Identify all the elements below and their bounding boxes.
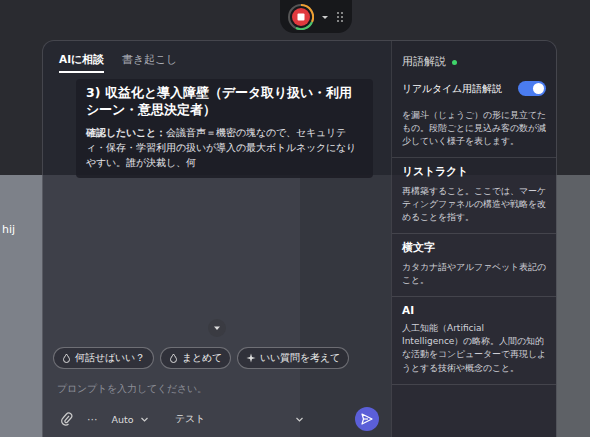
realtime-toggle-row: リアルタイム用語解説 [392, 77, 556, 102]
glossary-description: 再構築すること。ここでは、マーケティングファネルの構造や戦略を改めることを指す。 [402, 185, 546, 224]
answer-card: 3) 収益化と導入障壁（データ取り扱い・利用シーン・意思決定者） 確認したいこと：… [76, 79, 373, 178]
suggestion-row: 何話せばいい？ まとめていい質問を考えて [43, 347, 391, 375]
sparkle-icon [246, 353, 256, 363]
glossary-entry: を漏斗（じょうご）の形に見立てたもの。段階ごとに見込み客の数が減少していく様子を… [392, 102, 556, 158]
more-button[interactable]: ··· [87, 413, 98, 426]
prompt-input[interactable]: プロンプトを入力してください。 [43, 375, 391, 405]
chevron-down-icon [295, 415, 304, 424]
input-toolbar: ··· Auto テスト [43, 405, 391, 437]
tab-bar: AIに相談書き起こし [43, 41, 391, 77]
glossary-entry: 横文字カタカナ語やアルファベット表記のこと。 [392, 234, 556, 297]
send-button[interactable] [355, 407, 379, 431]
glossary-description: 人工知能（Artificial Intelligence）の略称。人間の知的な活… [402, 322, 546, 374]
glossary-entry: AI 人工知能（Artificial Intelligence）の略称。人間の知的… [392, 297, 556, 384]
toggle-knob [533, 83, 544, 94]
glossary-term: AI [402, 304, 546, 316]
drop-icon [169, 353, 178, 363]
participant-name: hij [2, 223, 15, 236]
suggestion-chip[interactable]: 何話せばいい？ [53, 347, 154, 369]
answer-body: 確認したいこと：会議音声＝機密の塊なので、セキュリティ・保存・学習利用の扱いが導… [86, 125, 363, 170]
glossary-description: カタカナ語やアルファベット表記のこと。 [402, 261, 546, 287]
glossary-list: を漏斗（じょうご）の形に見立てたもの。段階ごとに見込み客の数が減少していく様子を… [392, 102, 556, 437]
mode-select[interactable]: Auto [112, 414, 149, 425]
glossary-entry: リストラクト再構築すること。ここでは、マーケティングファネルの構造や戦略を改める… [392, 158, 556, 234]
glossary-header: 用語解説 [392, 41, 556, 77]
chevron-down-icon [140, 415, 149, 424]
glossary-column: 用語解説リアルタイム用語解説を漏斗（じょうご）の形に見立てたもの。段階ごとに見込… [391, 41, 556, 437]
arrow-down-icon [212, 323, 222, 333]
scroll-down-button[interactable] [208, 319, 226, 337]
chevron-down-icon[interactable] [320, 12, 330, 22]
status-dot [452, 60, 457, 65]
stop-record-button[interactable] [288, 4, 314, 30]
chat-column: AIに相談書き起こし3) 収益化と導入障壁（データ取り扱い・利用シーン・意思決定… [43, 41, 391, 437]
paperclip-icon[interactable] [61, 412, 73, 426]
grip-icon[interactable] [336, 11, 344, 23]
send-icon [361, 413, 373, 425]
realtime-toggle[interactable] [518, 81, 546, 96]
glossary-term: 横文字 [402, 241, 546, 255]
suggestion-chip[interactable]: まとめて [160, 347, 231, 369]
tab[interactable]: AIに相談 [59, 53, 104, 73]
assistant-panel: AIに相談書き起こし3) 収益化と導入障壁（データ取り扱い・利用シーン・意思決定… [42, 40, 557, 437]
preset-select[interactable]: テスト [175, 413, 304, 426]
drop-icon [62, 353, 71, 363]
tab[interactable]: 書き起こし [122, 53, 177, 73]
record-toolbar [280, 0, 352, 33]
suggestion-chip[interactable]: いい質問を考えて [237, 347, 349, 369]
chat-spacer [43, 178, 391, 347]
toggle-label: リアルタイム用語解説 [402, 82, 502, 96]
glossary-term: リストラクト [402, 165, 546, 179]
glossary-description: を漏斗（じょうご）の形に見立てたもの。段階ごとに見込み客の数が減少していく様子を… [402, 109, 546, 148]
stop-icon [288, 4, 314, 30]
glossary-title: 用語解説 [402, 55, 446, 69]
meeting-screen: hijAIに相談書き起こし3) 収益化と導入障壁（データ取り扱い・利用シーン・意… [0, 0, 590, 437]
answer-heading: 3) 収益化と導入障壁（データ取り扱い・利用シーン・意思決定者） [86, 85, 363, 119]
